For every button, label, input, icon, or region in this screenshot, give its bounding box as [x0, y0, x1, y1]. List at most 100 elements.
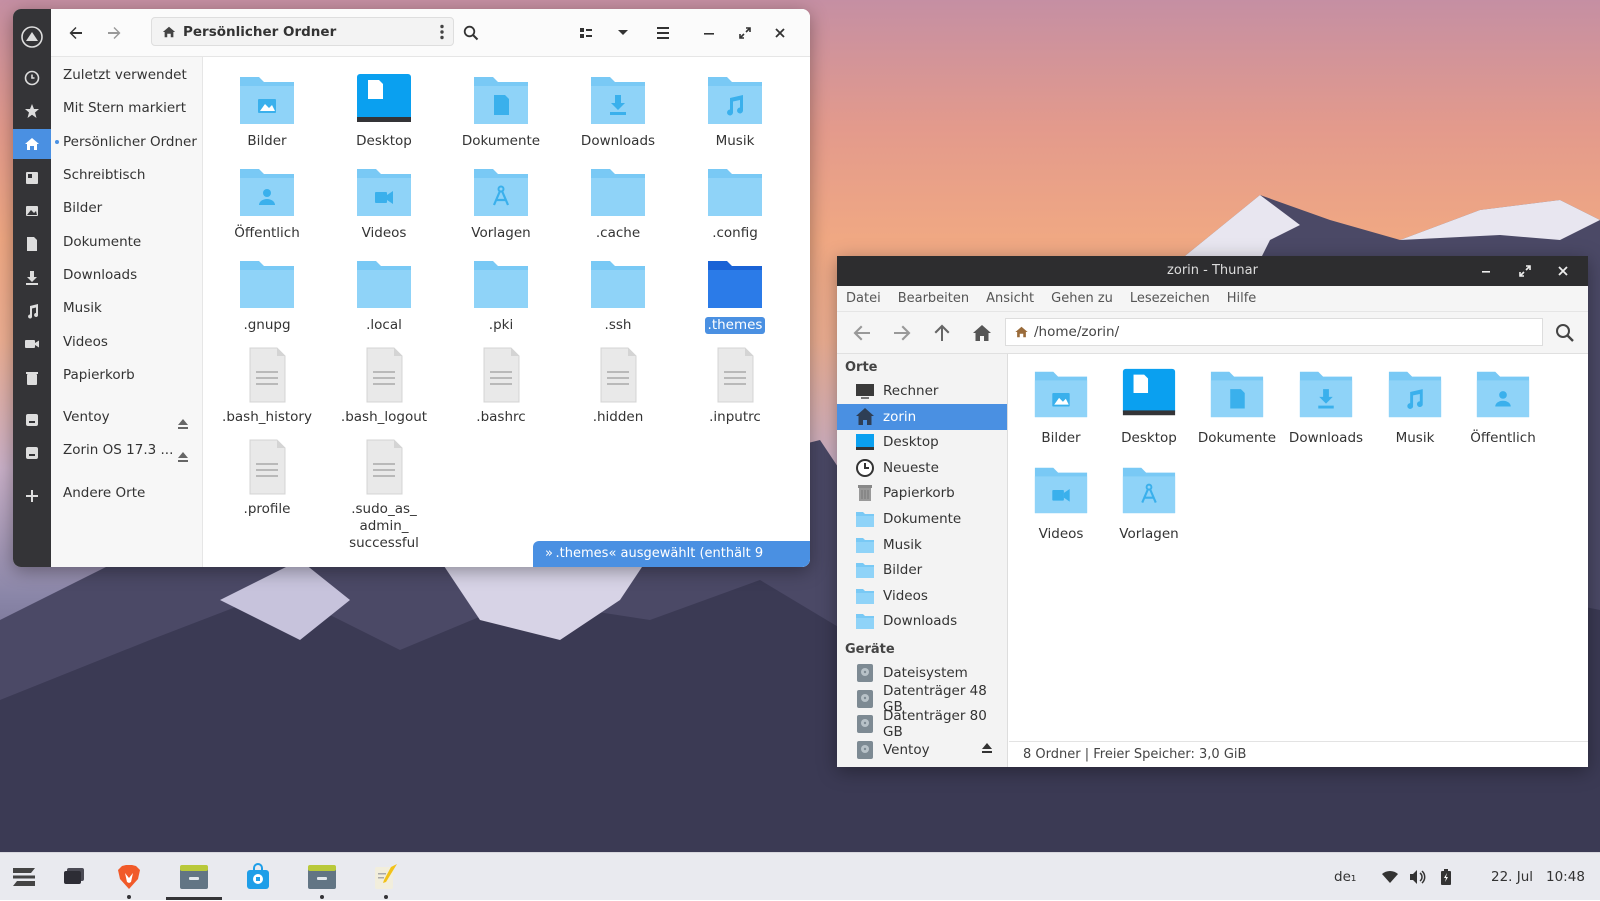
eject-icon[interactable]: [177, 411, 189, 429]
sidebar-item-andere-orte[interactable]: Andere Orte: [51, 478, 203, 508]
star-icon[interactable]: [13, 96, 51, 126]
file-item[interactable]: .bashrc: [443, 345, 559, 426]
desktop-icon[interactable]: [13, 163, 51, 193]
forward-button[interactable]: [99, 18, 129, 48]
sidebar-item-dokumente[interactable]: Dokumente: [51, 227, 203, 257]
place-ventoy[interactable]: Ventoy: [837, 737, 1007, 763]
download-icon[interactable]: [13, 263, 51, 293]
eject-icon[interactable]: [981, 742, 993, 758]
place-bilder[interactable]: Bilder: [837, 557, 1007, 583]
place-papierkorb[interactable]: Papierkorb: [837, 480, 1007, 506]
software-store-icon[interactable]: [234, 853, 282, 901]
search-button[interactable]: [456, 18, 486, 48]
file-item[interactable]: .config: [677, 161, 793, 242]
menu-lesezeichen[interactable]: Lesezeichen: [1130, 291, 1210, 306]
place-datenträger-80-gb[interactable]: Datenträger 80 GB: [837, 708, 1007, 740]
file-item[interactable]: Desktop: [1105, 364, 1193, 446]
file-item[interactable]: Dokumente: [443, 69, 559, 150]
sidebar-item-persönlicher-ordner[interactable]: Persönlicher Ordner: [51, 127, 203, 157]
sidebar-item-papierkorb[interactable]: Papierkorb: [51, 360, 203, 390]
file-item[interactable]: .bash_logout: [326, 345, 442, 426]
drive-icon[interactable]: [13, 405, 51, 435]
file-item[interactable]: .local: [326, 253, 442, 334]
place-desktop[interactable]: Desktop: [837, 429, 1007, 455]
file-item[interactable]: Downloads: [1282, 364, 1370, 446]
thunar-icon[interactable]: [298, 853, 346, 901]
view-options-dropdown[interactable]: [608, 18, 638, 48]
file-item[interactable]: Musik: [1371, 364, 1459, 446]
file-item[interactable]: .bash_history: [209, 345, 325, 426]
drive-icon[interactable]: [13, 438, 51, 468]
file-item[interactable]: Musik: [677, 69, 793, 150]
file-item[interactable]: Öffentlich: [1459, 364, 1547, 446]
place-downloads[interactable]: Downloads: [837, 608, 1007, 634]
menu-bearbeiten[interactable]: Bearbeiten: [898, 291, 969, 306]
file-item[interactable]: .hidden: [560, 345, 676, 426]
place-neueste[interactable]: Neueste: [837, 455, 1007, 481]
file-item[interactable]: Öffentlich: [209, 161, 325, 242]
file-item[interactable]: Downloads: [560, 69, 676, 150]
sidebar-item-downloads[interactable]: Downloads: [51, 260, 203, 290]
place-musik[interactable]: Musik: [837, 532, 1007, 558]
document-icon[interactable]: [13, 229, 51, 259]
maximize-button[interactable]: [1506, 256, 1544, 286]
home-button[interactable]: [966, 318, 998, 348]
file-item[interactable]: .gnupg: [209, 253, 325, 334]
clock-time[interactable]: 10:48: [1546, 853, 1585, 901]
file-item[interactable]: Videos: [326, 161, 442, 242]
file-item[interactable]: .inputrc: [677, 345, 793, 426]
sidebar-item-zorin-os-17-3-[interactable]: Zorin OS 17.3 ...: [51, 435, 203, 465]
file-item[interactable]: .cache: [560, 161, 676, 242]
file-item[interactable]: Bilder: [1017, 364, 1105, 446]
music-icon[interactable]: [13, 296, 51, 326]
path-bar[interactable]: Persönlicher Ordner: [151, 17, 454, 46]
home-icon[interactable]: [13, 129, 51, 159]
place-dokumente[interactable]: Dokumente: [837, 506, 1007, 532]
sidebar-item-videos[interactable]: Videos: [51, 327, 203, 357]
trash-icon[interactable]: [13, 363, 51, 393]
file-item[interactable]: Dokumente: [1193, 364, 1281, 446]
sidebar-item-musik[interactable]: Musik: [51, 293, 203, 323]
menu-datei[interactable]: Datei: [846, 291, 881, 306]
file-item[interactable]: Desktop: [326, 69, 442, 150]
battery-icon[interactable]: [1422, 853, 1470, 901]
menu-gehen-zu[interactable]: Gehen zu: [1051, 291, 1113, 306]
menu-hilfe[interactable]: Hilfe: [1227, 291, 1257, 306]
file-item[interactable]: .pki: [443, 253, 559, 334]
eject-icon[interactable]: [177, 444, 189, 462]
sidebar-item-mit-stern-markiert[interactable]: Mit Stern markiert: [51, 93, 203, 123]
location-bar[interactable]: /home/zorin/: [1005, 318, 1543, 346]
zorin-menu-icon[interactable]: [0, 853, 48, 901]
search-button[interactable]: [1549, 318, 1581, 348]
file-item[interactable]: Vorlagen: [443, 161, 559, 242]
sidebar-item-schreibtisch[interactable]: Schreibtisch: [51, 160, 203, 190]
plus-icon[interactable]: [13, 481, 51, 511]
file-item[interactable]: Videos: [1017, 460, 1105, 542]
view-mode-button[interactable]: [571, 18, 601, 48]
file-item[interactable]: .ssh: [560, 253, 676, 334]
sidebar-item-ventoy[interactable]: Ventoy: [51, 402, 203, 432]
image-icon[interactable]: [13, 196, 51, 226]
menu-ansicht[interactable]: Ansicht: [986, 291, 1034, 306]
brave-browser-icon[interactable]: [105, 853, 153, 901]
workspaces-icon[interactable]: [50, 853, 98, 901]
sidebar-item-bilder[interactable]: Bilder: [51, 193, 203, 223]
back-button[interactable]: [61, 18, 91, 48]
close-button[interactable]: [1544, 256, 1582, 286]
sidebar-item-zuletzt-verwendet[interactable]: Zuletzt verwendet: [51, 60, 203, 90]
file-item[interactable]: Bilder: [209, 69, 325, 150]
path-menu-icon[interactable]: [440, 24, 444, 44]
place-zorin[interactable]: zorin: [837, 403, 1007, 430]
file-item[interactable]: .profile: [209, 437, 325, 518]
place-rechner[interactable]: Rechner: [837, 378, 1007, 404]
parent-folder-button[interactable]: [926, 318, 958, 348]
files-icon[interactable]: [170, 853, 218, 901]
minimize-button[interactable]: [1467, 256, 1505, 286]
close-button[interactable]: [765, 18, 795, 48]
minimize-button[interactable]: [694, 18, 724, 48]
video-icon[interactable]: [13, 329, 51, 359]
back-button[interactable]: [846, 318, 878, 348]
keyboard-layout[interactable]: de₁: [1334, 853, 1356, 901]
forward-button[interactable]: [886, 318, 918, 348]
text-editor-icon[interactable]: [362, 853, 410, 901]
